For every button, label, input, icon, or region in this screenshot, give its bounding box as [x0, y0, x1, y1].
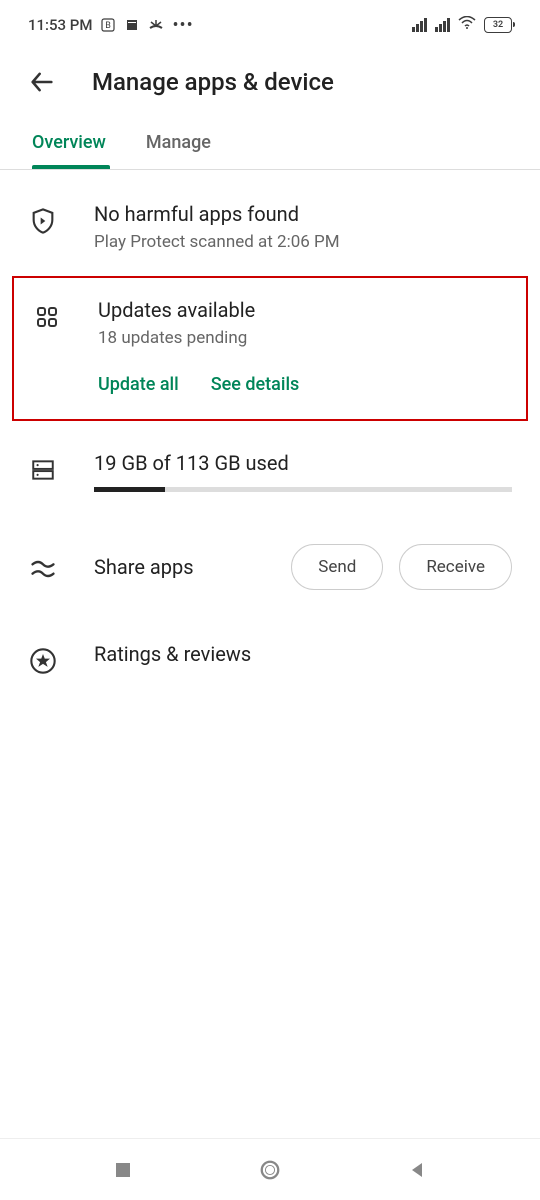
updates-subtitle: 18 updates pending: [98, 328, 508, 348]
app-header: Manage apps & device: [0, 50, 540, 118]
storage-icon: [28, 455, 58, 485]
home-button[interactable]: [259, 1159, 281, 1181]
b-badge-icon: B: [100, 17, 116, 33]
updates-section: Updates available 18 updates pending Upd…: [12, 276, 528, 421]
status-left: 11:53 PM B •••: [28, 15, 194, 36]
tab-overview[interactable]: Overview: [28, 118, 110, 169]
storage-title: 19 GB of 113 GB used: [94, 451, 512, 475]
more-dots-icon: •••: [172, 15, 193, 36]
share-title: Share apps: [94, 555, 255, 579]
ratings-row[interactable]: Ratings & reviews: [0, 618, 540, 700]
status-right: 32: [412, 16, 512, 34]
battery-percent: 32: [493, 20, 503, 30]
send-button[interactable]: Send: [291, 544, 383, 590]
recent-apps-button[interactable]: [112, 1159, 134, 1181]
updates-actions: Update all See details: [32, 352, 508, 395]
storage-progress-fill: [94, 487, 165, 492]
play-protect-row[interactable]: No harmful apps found Play Protect scann…: [0, 178, 540, 276]
protect-subtitle: Play Protect scanned at 2:06 PM: [94, 232, 512, 252]
see-details-button[interactable]: See details: [211, 374, 300, 395]
clock-time: 11:53 PM: [28, 16, 92, 34]
share-icon: [28, 554, 58, 584]
system-nav-bar: [0, 1138, 540, 1200]
updates-row[interactable]: Updates available 18 updates pending: [32, 294, 508, 352]
storage-progress-bar: [94, 487, 512, 492]
signal-icon-1: [412, 18, 427, 32]
protect-title: No harmful apps found: [94, 202, 512, 226]
svg-text:B: B: [106, 21, 112, 31]
storage-row[interactable]: 19 GB of 113 GB used: [0, 421, 540, 516]
content: No harmful apps found Play Protect scann…: [0, 170, 540, 700]
battery-icon: 32: [484, 17, 512, 33]
ratings-title: Ratings & reviews: [94, 642, 512, 666]
missed-call-icon: [148, 17, 164, 33]
tab-manage[interactable]: Manage: [142, 118, 215, 169]
page-title: Manage apps & device: [92, 68, 334, 96]
card-icon: [124, 17, 140, 33]
updates-title: Updates available: [98, 298, 508, 322]
back-arrow-icon[interactable]: [28, 68, 56, 96]
update-all-button[interactable]: Update all: [98, 374, 179, 395]
shield-icon: [28, 206, 58, 236]
wifi-icon: [458, 16, 476, 34]
receive-button[interactable]: Receive: [399, 544, 512, 590]
star-circle-icon: [28, 646, 58, 676]
signal-icon-2: [435, 18, 450, 32]
share-apps-row: Share apps Send Receive: [0, 516, 540, 618]
apps-grid-icon: [32, 302, 62, 332]
tab-bar: Overview Manage: [0, 118, 540, 170]
back-button[interactable]: [406, 1159, 428, 1181]
status-bar: 11:53 PM B ••• 32: [0, 0, 540, 50]
